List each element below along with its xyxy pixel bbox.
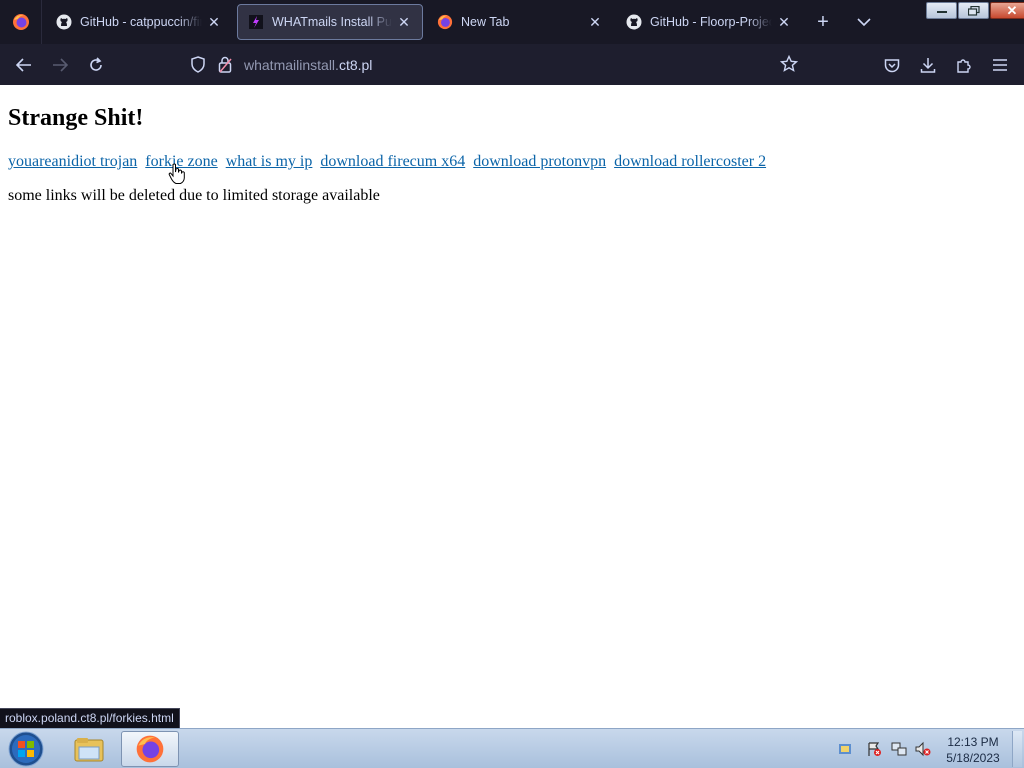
bookmark-star-icon[interactable] xyxy=(779,54,799,78)
tab-title: WHATmails Install Pub Hub xyxy=(272,15,392,29)
folder-icon xyxy=(74,738,104,762)
firefox-icon xyxy=(12,14,29,30)
volume-muted-icon[interactable] xyxy=(915,741,931,757)
lock-icon[interactable] xyxy=(218,56,232,78)
tab-whatmails[interactable]: WHATmails Install Pub Hub ✕ xyxy=(237,4,423,40)
close-tab-icon[interactable]: ✕ xyxy=(587,14,603,30)
taskbar-explorer[interactable] xyxy=(60,731,118,767)
tab-new-tab[interactable]: New Tab ✕ xyxy=(427,4,613,40)
tab-title: GitHub - catppuccin/firefox xyxy=(80,15,202,29)
firefox-icon xyxy=(136,735,164,763)
close-tab-icon[interactable]: ✕ xyxy=(396,14,412,30)
close-window-button[interactable]: ✕ xyxy=(990,2,1024,19)
action-center-flag-icon[interactable] xyxy=(866,741,882,757)
tab-title: New Tab xyxy=(461,15,510,29)
link-download-rollercoster[interactable]: download rollercoster 2 xyxy=(614,153,766,170)
close-tab-icon[interactable]: ✕ xyxy=(206,14,222,30)
navigation-toolbar: whatmailinstall.ct8.pl xyxy=(0,44,1024,85)
hand-pointer-cursor-icon xyxy=(168,163,185,184)
hamburger-menu-icon[interactable] xyxy=(989,54,1011,76)
firefox-icon xyxy=(437,14,453,30)
web-page: Strange Shit! youareanidiot trojan forki… xyxy=(0,85,1024,728)
url-domain: ct8.pl xyxy=(338,57,373,73)
tray-app-icon[interactable] xyxy=(837,741,853,757)
windows-taskbar: 12:13 PM 5/18/2023 xyxy=(0,728,1024,768)
github-icon xyxy=(56,14,72,30)
shield-icon[interactable] xyxy=(190,56,206,78)
link-status-tooltip: roblox.poland.ct8.pl/forkies.html xyxy=(0,708,180,728)
restore-button[interactable] xyxy=(958,2,989,19)
link-list: youareanidiot trojan forkie zone what is… xyxy=(8,153,770,171)
clock-date: 5/18/2023 xyxy=(946,751,1000,765)
address-bar[interactable]: whatmailinstall.ct8.pl xyxy=(182,50,808,79)
system-clock[interactable]: 12:13 PM 5/18/2023 xyxy=(940,734,1006,766)
show-desktop-button[interactable] xyxy=(1012,731,1022,767)
downloads-icon[interactable] xyxy=(917,54,939,76)
windows-logo-icon xyxy=(8,731,44,767)
network-icon[interactable] xyxy=(891,741,907,757)
firefox-menu-button[interactable] xyxy=(0,0,42,44)
link-youareanidiot-trojan[interactable]: youareanidiot trojan xyxy=(8,153,137,170)
start-button[interactable] xyxy=(6,731,46,767)
link-what-is-my-ip[interactable]: what is my ip xyxy=(226,153,313,170)
github-icon xyxy=(626,14,642,30)
url-subdomain: whatmailinstall. xyxy=(244,57,339,73)
storage-note: some links will be deleted due to limite… xyxy=(8,187,380,204)
tab-title: GitHub - Floorp-Projects xyxy=(650,15,772,29)
link-download-protonvpn[interactable]: download protonvpn xyxy=(473,153,606,170)
close-tab-icon[interactable]: ✕ xyxy=(776,14,792,30)
url-text[interactable]: whatmailinstall.ct8.pl xyxy=(244,57,372,73)
extensions-puzzle-icon[interactable] xyxy=(953,54,975,76)
list-all-tabs-chevron-icon[interactable] xyxy=(853,11,875,33)
new-tab-plus-icon[interactable]: + xyxy=(812,11,834,33)
site-favicon-icon xyxy=(248,14,264,30)
minimize-button[interactable] xyxy=(926,2,957,19)
clock-time: 12:13 PM xyxy=(947,735,999,749)
tab-github-catppuccin[interactable]: GitHub - catppuccin/firefox ✕ xyxy=(46,4,232,40)
taskbar-firefox[interactable] xyxy=(121,731,179,767)
back-arrow-icon[interactable] xyxy=(13,54,35,76)
link-download-firecum[interactable]: download firecum x64 xyxy=(320,153,465,170)
pocket-icon[interactable] xyxy=(881,54,903,76)
forward-arrow-icon[interactable] xyxy=(49,54,71,76)
window-controls: ✕ xyxy=(925,2,1024,20)
reload-icon[interactable] xyxy=(85,54,107,76)
tab-strip: GitHub - catppuccin/firefox ✕ WHATmails … xyxy=(0,0,1024,44)
tab-github-floorp[interactable]: GitHub - Floorp-Projects ✕ xyxy=(616,4,802,40)
page-heading: Strange Shit! xyxy=(8,105,144,131)
